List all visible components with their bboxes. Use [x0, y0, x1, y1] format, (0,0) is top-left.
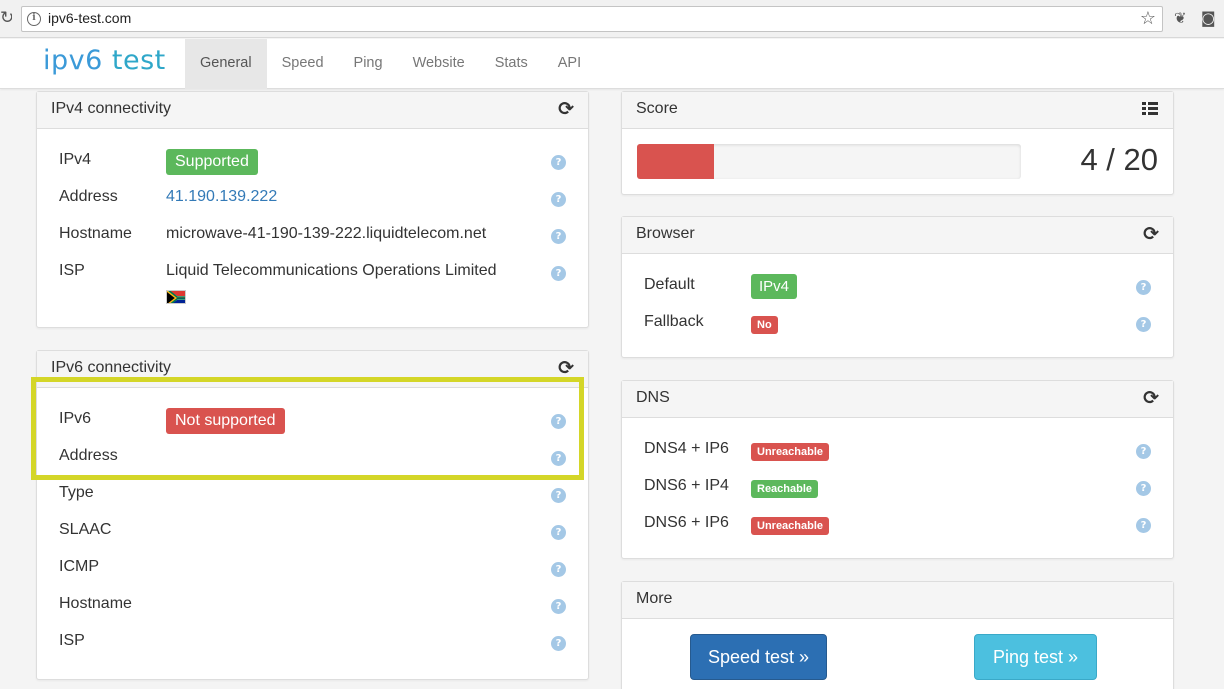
row-label: DNS6 + IP6 [644, 514, 729, 531]
panel-header: Score [622, 92, 1173, 129]
help-icon[interactable]: ? [1136, 280, 1151, 295]
panel-title: DNS [636, 389, 670, 406]
row-label: IPv4 [59, 151, 92, 168]
browser-panel: Browser ⟳ Default IPv4 ? Fallback No ? [621, 216, 1174, 358]
ipv4-address-row: Address 41.190.139.222 ? [59, 184, 569, 214]
row-label: Hostname [59, 225, 132, 242]
bookmark-star-icon[interactable]: ☆ [1140, 8, 1156, 29]
ping-test-button[interactable]: Ping test » [974, 634, 1097, 680]
site-logo[interactable]: ipv6 test [43, 45, 166, 76]
dns-row: DNS4 + IP6 Unreachable ? [644, 436, 1154, 466]
row-value: Liquid Telecommunications Operations Lim… [166, 262, 497, 279]
browser-toolbar: ↻ i ipv6-test.com ☆ ❦ ◙ [0, 0, 1224, 38]
ipv4-panel: IPv4 connectivity ⟳ IPv4 Supported ? Add… [36, 91, 589, 328]
help-icon[interactable]: ? [551, 488, 566, 503]
help-icon[interactable]: ? [551, 525, 566, 540]
row-label: DNS6 + IP4 [644, 477, 729, 494]
south-africa-flag-icon [166, 290, 186, 304]
help-icon[interactable]: ? [551, 562, 566, 577]
row-label: Address [59, 188, 118, 205]
row-label: DNS4 + IP6 [644, 440, 729, 457]
help-icon[interactable]: ? [551, 636, 566, 651]
row-label: Type [59, 484, 94, 501]
row-label: Hostname [59, 595, 132, 612]
panel-title: IPv4 connectivity [51, 100, 172, 117]
tab-website[interactable]: Website [398, 39, 480, 89]
panel-title: IPv6 connectivity [51, 359, 172, 376]
panel-header: IPv4 connectivity ⟳ [37, 92, 588, 129]
ipv4-status-row: IPv4 Supported ? [59, 147, 569, 177]
row-value: microwave-41-190-139-222.liquidtelecom.n… [166, 225, 487, 242]
status-badge: Unreachable [751, 443, 830, 461]
evernote-extension-icon[interactable]: ❦ [1174, 9, 1187, 27]
ipv6-slaac-row: SLAAC ? [59, 517, 569, 547]
status-badge: Unreachable [751, 517, 830, 535]
status-badge: Supported [166, 149, 258, 175]
more-panel: More Speed test » Ping test » [621, 581, 1174, 689]
dns-panel: DNS ⟳ DNS4 + IP6 Unreachable ? DNS6 + IP… [621, 380, 1174, 559]
ipv6-type-row: Type ? [59, 480, 569, 510]
browser-default-row: Default IPv4 ? [644, 272, 1154, 302]
speed-test-button[interactable]: Speed test » [690, 634, 827, 680]
row-label: ISP [59, 632, 85, 649]
help-icon[interactable]: ? [1136, 481, 1151, 496]
refresh-icon[interactable]: ⟳ [558, 358, 574, 378]
row-label: ICMP [59, 558, 99, 575]
help-icon[interactable]: ? [551, 155, 566, 170]
ipv6-icmp-row: ICMP ? [59, 554, 569, 584]
score-progress-bar [637, 144, 1021, 179]
site-navbar: ipv6 test General Speed Ping Website Sta… [0, 39, 1224, 89]
browser-fallback-row: Fallback No ? [644, 309, 1154, 339]
help-icon[interactable]: ? [551, 229, 566, 244]
panel-header: More [622, 582, 1173, 619]
row-label: Fallback [644, 313, 704, 330]
nav-tabs: General Speed Ping Website Stats API [185, 39, 596, 89]
dns-row: DNS6 + IP4 Reachable ? [644, 473, 1154, 503]
status-badge: Reachable [751, 480, 819, 498]
ipv6-isp-row: ISP ? [59, 628, 569, 658]
info-icon[interactable]: i [27, 12, 41, 26]
panel-header: DNS ⟳ [622, 381, 1173, 418]
panel-title: Browser [636, 225, 695, 242]
tab-speed[interactable]: Speed [267, 39, 339, 89]
reload-icon[interactable]: ↻ [0, 8, 12, 28]
help-icon[interactable]: ? [551, 266, 566, 281]
refresh-icon[interactable]: ⟳ [1143, 388, 1159, 408]
row-label: Default [644, 276, 695, 293]
highlight-box [31, 377, 584, 480]
refresh-icon[interactable]: ⟳ [558, 99, 574, 119]
status-badge: No [751, 316, 778, 334]
help-icon[interactable]: ? [551, 599, 566, 614]
score-value: 4 / 20 [1080, 142, 1158, 177]
url-text[interactable]: ipv6-test.com [48, 10, 131, 26]
ipv4-address-link[interactable]: 41.190.139.222 [166, 188, 277, 206]
help-icon[interactable]: ? [551, 192, 566, 207]
dns-row: DNS6 + IP6 Unreachable ? [644, 510, 1154, 540]
ipv4-isp-row: ISP Liquid Telecommunications Operations… [59, 258, 569, 308]
panel-title: Score [636, 100, 678, 117]
refresh-icon[interactable]: ⟳ [1143, 224, 1159, 244]
panel-title: More [636, 590, 673, 607]
list-icon[interactable] [1142, 102, 1158, 116]
help-icon[interactable]: ? [1136, 518, 1151, 533]
help-icon[interactable]: ? [1136, 444, 1151, 459]
score-panel: Score 4 / 20 [621, 91, 1174, 195]
panel-header: Browser ⟳ [622, 217, 1173, 254]
tab-stats[interactable]: Stats [480, 39, 543, 89]
tab-general[interactable]: General [185, 39, 267, 89]
status-badge: IPv4 [751, 274, 798, 299]
pocket-extension-icon[interactable]: ◙ [1201, 9, 1216, 27]
tab-api[interactable]: API [543, 39, 596, 89]
row-label: SLAAC [59, 521, 112, 538]
address-bar[interactable]: i ipv6-test.com ☆ [21, 6, 1163, 32]
row-label: ISP [59, 262, 85, 279]
ipv4-hostname-row: Hostname microwave-41-190-139-222.liquid… [59, 221, 569, 251]
help-icon[interactable]: ? [1136, 317, 1151, 332]
ipv6-hostname-row: Hostname ? [59, 591, 569, 621]
score-progress-fill [637, 144, 714, 179]
tab-ping[interactable]: Ping [339, 39, 398, 89]
